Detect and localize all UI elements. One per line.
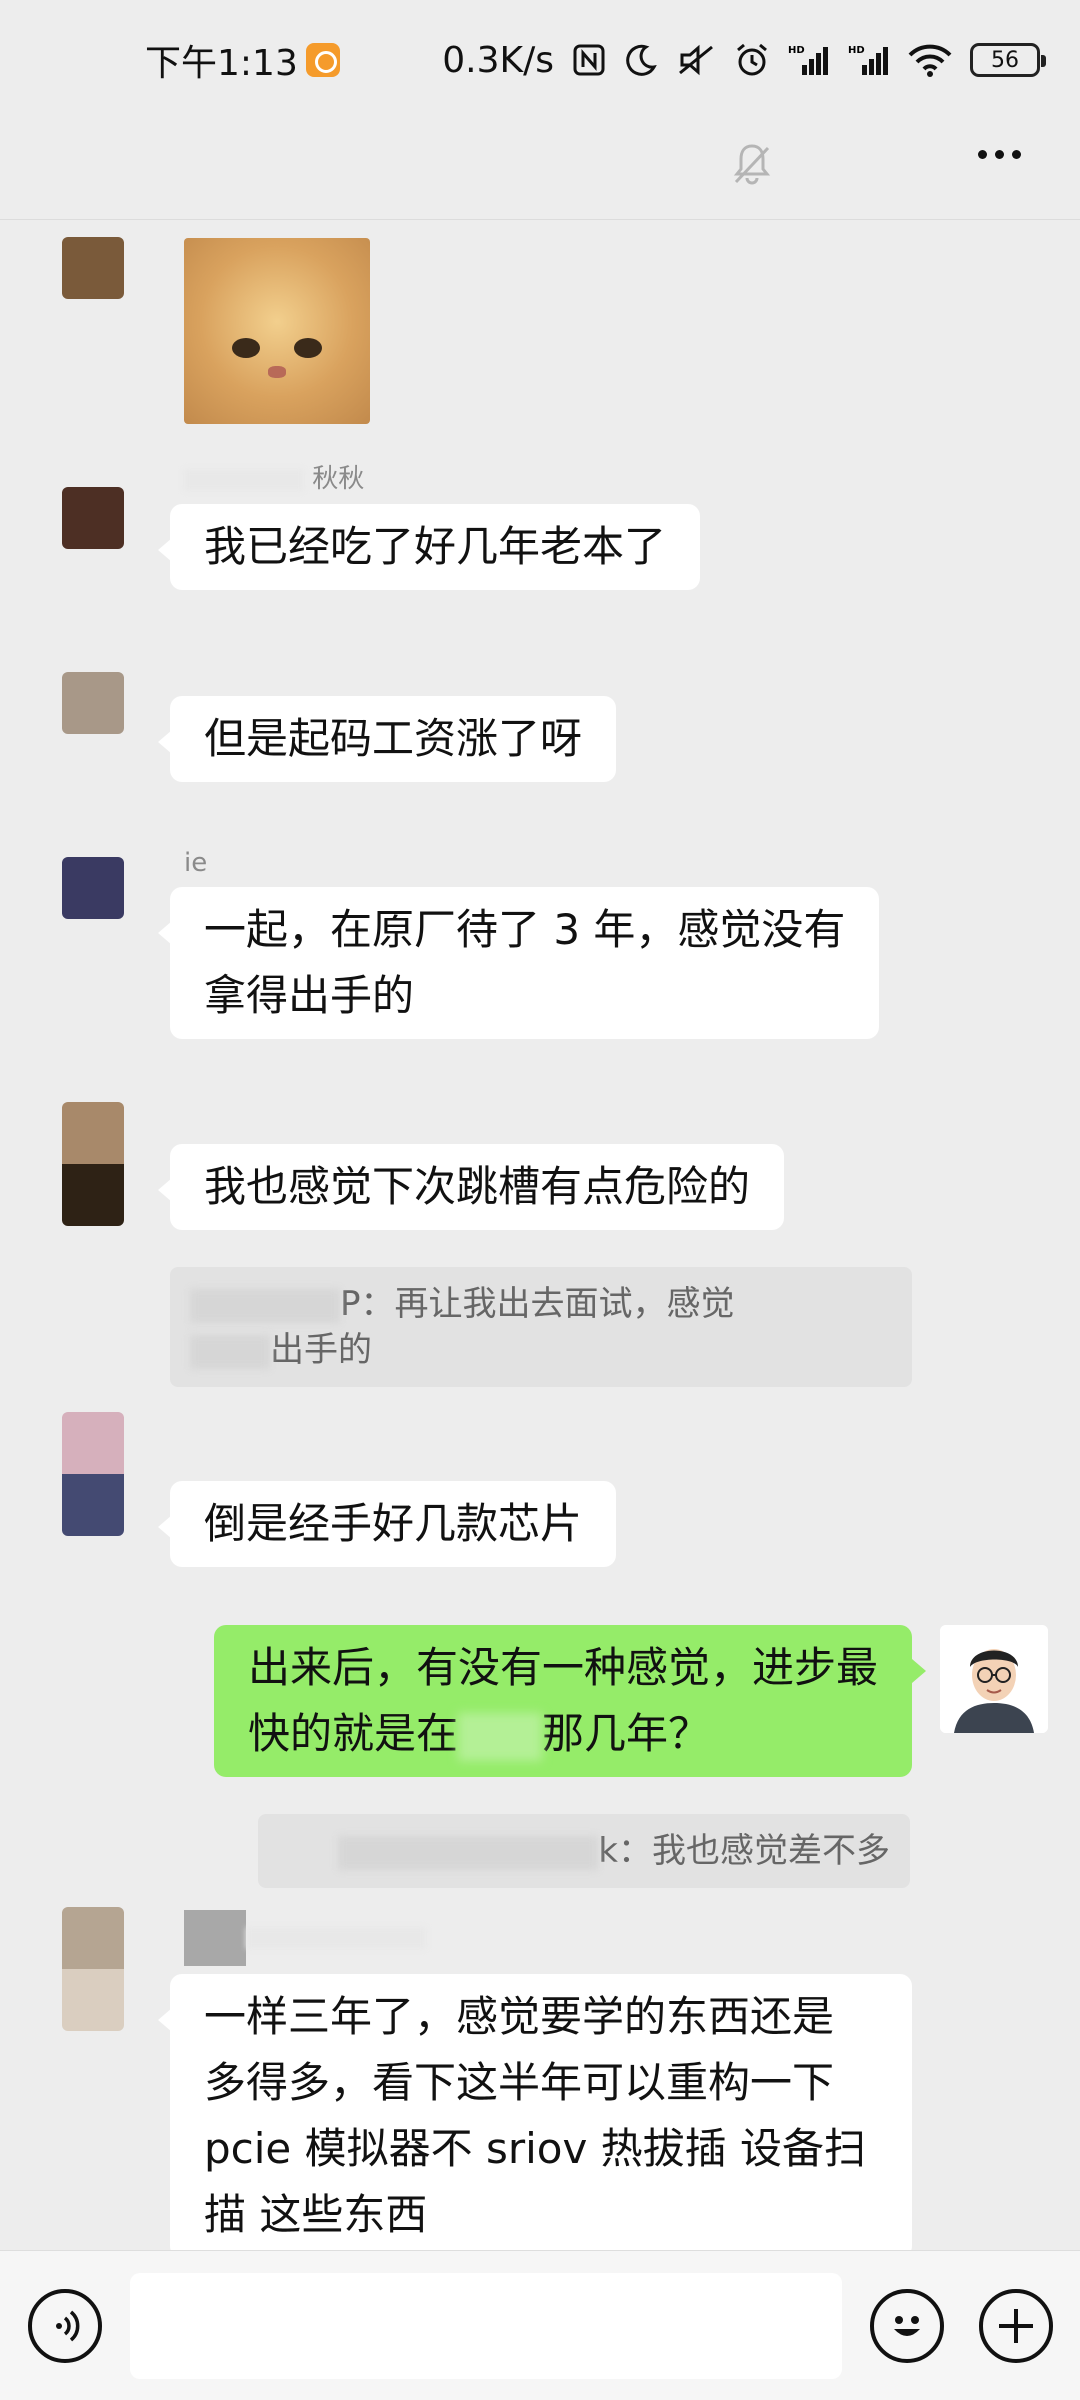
quoted-reply[interactable]: k：我也感觉差不多 bbox=[258, 1814, 910, 1888]
status-time: 下午1:13 bbox=[145, 43, 298, 84]
alarm-icon bbox=[737, 43, 767, 76]
battery-icon: 56 bbox=[970, 43, 1046, 77]
message-bubble[interactable]: 我已经吃了好几年老本了 bbox=[157, 504, 701, 590]
avatar[interactable] bbox=[62, 1412, 124, 1536]
battery-level: 56 bbox=[991, 47, 1019, 73]
svg-text:HD: HD bbox=[848, 45, 865, 56]
message-text: 倒是经手好几款芯片 bbox=[204, 1499, 583, 1548]
message-line: 出来后，有没有一种感觉，进步最 bbox=[247, 1643, 878, 1692]
message-line: 一起，在原厂待了 3 年，感觉没有 bbox=[204, 905, 846, 954]
chat-header bbox=[0, 110, 1080, 220]
chat-message-list[interactable]: 秋秋 我已经吃了好几年老本了 但是起码工资涨了呀 ie 一起，在原厂待了 3 年… bbox=[0, 222, 1080, 2250]
moon-icon bbox=[626, 44, 657, 76]
status-right: 0.3K/s HD HD 56 bbox=[442, 39, 1046, 81]
message-bubble[interactable]: 一样三年了，感觉要学的东西还是 多得多，看下这半年可以重构一下 pcie 模拟器… bbox=[158, 1974, 912, 2250]
notification-off-icon bbox=[733, 144, 771, 185]
cat-sticker[interactable] bbox=[184, 238, 370, 424]
avatar[interactable] bbox=[62, 1907, 124, 2031]
cartoon-avatar-icon bbox=[940, 1625, 1048, 1733]
mute-icon bbox=[679, 44, 713, 76]
sender-name: 秋秋 bbox=[184, 462, 364, 496]
avatar[interactable] bbox=[62, 487, 124, 549]
message-input[interactable] bbox=[130, 2273, 842, 2379]
message-text: 我已经吃了好几年老本了 bbox=[204, 522, 667, 571]
message-line: 快的就是在 那几年？ bbox=[248, 1701, 878, 1767]
message-line: 多得多，看下这半年可以重构一下 bbox=[204, 2058, 835, 2107]
message-line: pcie 模拟器不 sriov 热拔插 设备扫 bbox=[204, 2124, 867, 2173]
quote-line: k：我也感觉差不多 bbox=[278, 1828, 890, 1874]
message-text: 我也感觉下次跳槽有点危险的 bbox=[204, 1162, 751, 1211]
message-bubble[interactable]: 但是起码工资涨了呀 bbox=[157, 696, 617, 782]
avatar[interactable] bbox=[62, 672, 124, 734]
quote-line: P：再让我出去面试，感觉 bbox=[190, 1281, 892, 1327]
avatar[interactable] bbox=[62, 237, 124, 299]
voice-icon[interactable] bbox=[28, 2289, 102, 2363]
wifi-icon bbox=[908, 44, 952, 77]
message-bubble[interactable]: 倒是经手好几款芯片 bbox=[157, 1481, 617, 1567]
sender-name: ie bbox=[184, 848, 208, 878]
nfc-icon bbox=[573, 44, 605, 76]
svg-text:HD: HD bbox=[788, 45, 805, 56]
sender-name bbox=[184, 1910, 426, 1966]
quoted-reply[interactable]: P：再让我出去面试，感觉 出手的 bbox=[170, 1267, 912, 1387]
status-bar: 下午1:13 0.3K/s HD HD 56 bbox=[0, 0, 1080, 120]
signal-hd-icon: HD bbox=[788, 45, 828, 75]
emoji-icon[interactable] bbox=[870, 2289, 944, 2363]
status-time-group: 下午1:13 bbox=[145, 34, 340, 86]
message-line: 描 这些东西 bbox=[204, 2190, 428, 2239]
network-speed: 0.3K/s bbox=[442, 39, 554, 81]
message-line: 一样三年了，感觉要学的东西还是 bbox=[204, 1992, 835, 2041]
quote-line: 出手的 bbox=[190, 1327, 892, 1373]
message-line: 拿得出手的 bbox=[204, 971, 415, 1020]
my-avatar[interactable] bbox=[940, 1625, 1048, 1733]
message-text: 但是起码工资涨了呀 bbox=[204, 714, 583, 763]
plus-icon[interactable] bbox=[979, 2289, 1053, 2363]
more-icon[interactable] bbox=[978, 150, 1021, 159]
avatar[interactable] bbox=[62, 857, 124, 919]
signal-hd-icon: HD bbox=[848, 45, 888, 75]
my-message-bubble[interactable]: 出来后，有没有一种感觉，进步最 快的就是在 那几年？ bbox=[213, 1625, 927, 1777]
message-bubble[interactable]: 一起，在原厂待了 3 年，感觉没有 拿得出手的 bbox=[157, 887, 880, 1039]
avatar[interactable] bbox=[62, 1102, 124, 1226]
message-bubble[interactable]: 我也感觉下次跳槽有点危险的 bbox=[157, 1144, 785, 1230]
input-bar bbox=[0, 2250, 1080, 2400]
app-notification-icon bbox=[305, 43, 340, 77]
